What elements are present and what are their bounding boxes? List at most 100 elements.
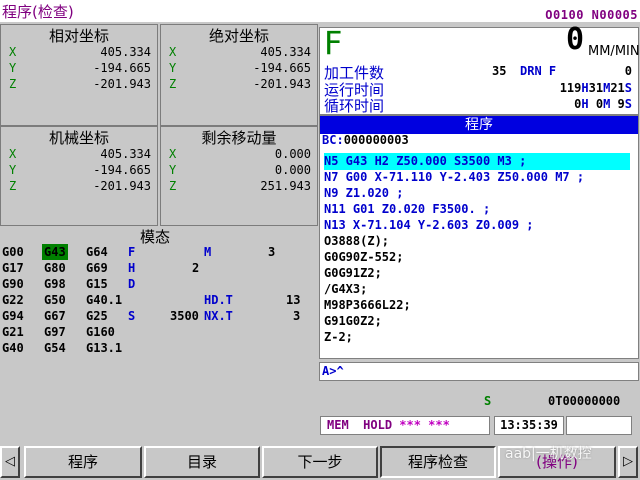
softkey-program[interactable]: 程序 xyxy=(24,446,142,478)
coord-row: X 0.000 xyxy=(169,147,313,163)
spindle-value: 0T00000000 xyxy=(548,394,621,408)
gcode-cell: G13.1 xyxy=(86,341,123,355)
block-counter: BC:000000003 xyxy=(322,133,409,147)
state-text: HOLD xyxy=(363,418,393,432)
gcode-cell: G97 xyxy=(44,325,66,339)
absolute-coords-title: 绝对坐标 xyxy=(208,27,269,45)
softkey-next-step[interactable]: 下一步 xyxy=(262,446,378,478)
h-code-label: H xyxy=(128,261,136,275)
gcode-cell: G50 xyxy=(44,293,66,307)
input-buffer[interactable]: A>^ xyxy=(319,362,639,381)
axis-value: -201.943 xyxy=(93,77,151,91)
program-line[interactable]: Z-2; xyxy=(324,329,353,346)
coord-row: X 405.334 xyxy=(9,147,153,163)
drn-f-value: 0 xyxy=(624,64,632,78)
relative-coords-panel: 相对坐标 X 405.334 Y -194.665 Z -201.943 xyxy=(0,24,158,126)
axis-value: -194.665 xyxy=(93,61,151,75)
axis-value: -201.943 xyxy=(93,179,151,193)
hd-t-label: HD.T xyxy=(204,293,233,307)
coord-row: X 405.334 xyxy=(9,45,153,61)
axis-value: -194.665 xyxy=(253,61,311,75)
gcode-cell: G160 xyxy=(86,325,115,339)
program-line[interactable]: O3888(Z); xyxy=(324,233,389,250)
run-time-value: 119H31M21S xyxy=(559,81,632,95)
gcode-cell: G17 xyxy=(2,261,24,275)
coord-row: Y 0.000 xyxy=(169,163,313,179)
program-line[interactable]: M98P3666L22; xyxy=(324,297,411,314)
program-line[interactable]: N9 Z1.020 ; xyxy=(324,185,403,202)
s-code-label: S xyxy=(128,309,136,323)
feed-unit: MM/MIN xyxy=(588,44,640,59)
softkey-right-arrow[interactable]: ▷ xyxy=(618,446,638,478)
hd-t-value: 13 xyxy=(286,293,301,307)
alarm-stars: *** *** xyxy=(399,418,450,432)
cycle-time-value: 0H 0M 9S xyxy=(574,97,632,111)
program-line[interactable]: /G4X3; xyxy=(324,281,367,298)
header-bar: 程序(检查) O0100 N00005 xyxy=(0,0,640,22)
input-prompt: A>^ xyxy=(322,364,344,378)
axis-value: 0.000 xyxy=(274,147,311,161)
drn-f-label: DRN F xyxy=(520,64,557,78)
axis-value: 405.334 xyxy=(100,45,151,59)
gcode-cell: G21 xyxy=(2,325,24,339)
axis-label: X xyxy=(169,45,177,59)
coord-row: Y -194.665 xyxy=(9,61,153,77)
watermark: aab|一机数控 xyxy=(505,446,592,462)
program-line[interactable]: N13 X-71.104 Y-2.603 Z0.009 ; xyxy=(324,217,534,234)
axis-label: X xyxy=(169,147,177,161)
program-line[interactable]: G91G0Z2; xyxy=(324,313,382,330)
coord-row: Z -201.943 xyxy=(9,179,153,195)
gcode-cell: G25 xyxy=(86,309,108,323)
softkey-directory[interactable]: 目录 xyxy=(144,446,260,478)
program-line[interactable]: N7 G00 X-71.110 Y-2.403 Z50.000 M7 ; xyxy=(324,169,584,186)
gcode-cell: G69 xyxy=(86,261,108,275)
axis-label: Z xyxy=(9,179,17,193)
program-line[interactable]: N11 G01 Z0.020 F3500. ; xyxy=(324,201,490,218)
axis-label: Y xyxy=(169,61,177,75)
s-code-value: 3500 xyxy=(170,309,199,323)
axis-value: -194.665 xyxy=(93,163,151,177)
axis-value: 405.334 xyxy=(100,147,151,161)
nx-t-label: NX.T xyxy=(204,309,233,323)
gcode-cell: G64 xyxy=(86,245,108,259)
softkey-program-check[interactable]: 程序检查 xyxy=(380,446,496,478)
gcode-cell: G22 xyxy=(2,293,24,307)
machine-coords-title: 机械坐标 xyxy=(48,129,109,147)
program-line[interactable]: G0G91Z2; xyxy=(324,265,382,282)
gcode-cell: G67 xyxy=(44,309,66,323)
status-mode: MEM HOLD *** *** xyxy=(320,416,490,435)
distance-to-go-panel: 剩余移动量 X 0.000 Y 0.000 Z 251.943 xyxy=(160,126,318,226)
cycle-time-label: 循环时间 xyxy=(324,97,385,115)
absolute-coords-panel: 绝对坐标 X 405.334 Y -194.665 Z -201.943 xyxy=(160,24,318,126)
coord-row: Z -201.943 xyxy=(9,77,153,93)
program-line-current[interactable]: N5 G43 H2 Z50.000 S3500 M3 ; xyxy=(324,153,630,170)
axis-label: Z xyxy=(9,77,17,91)
axis-label: X xyxy=(9,45,17,59)
gcode-cell: G54 xyxy=(44,341,66,355)
program-line[interactable]: G0G90Z-552; xyxy=(324,249,403,266)
gcode-cell-active: G43 xyxy=(42,244,68,260)
gcode-cell: G98 xyxy=(44,277,66,291)
gcode-cell: G94 xyxy=(2,309,24,323)
gcode-cell: G40.1 xyxy=(86,293,123,307)
machine-coords-panel: 机械坐标 X 405.334 Y -194.665 Z -201.943 xyxy=(0,126,158,226)
coord-row: Y -194.665 xyxy=(169,61,313,77)
axis-value: 405.334 xyxy=(260,45,311,59)
gcode-cell: G15 xyxy=(86,277,108,291)
gcode-cell: G80 xyxy=(44,261,66,275)
clock: 13:35:39 xyxy=(494,416,564,435)
m-code-value: 3 xyxy=(268,245,276,259)
axis-value: 0.000 xyxy=(274,163,311,177)
distance-to-go-title: 剩余移动量 xyxy=(201,129,277,147)
coord-row: Z -201.943 xyxy=(169,77,313,93)
axis-label: Z xyxy=(169,77,177,91)
program-panel: 程序 BC:000000003 N5 G43 H2 Z50.000 S3500 … xyxy=(319,115,639,359)
f-code-label: F xyxy=(128,245,136,259)
softkey-left-arrow[interactable]: ◁ xyxy=(0,446,20,478)
coord-row: Z 251.943 xyxy=(169,179,313,195)
coord-row: X 405.334 xyxy=(169,45,313,61)
feed-label: F xyxy=(324,24,343,62)
parts-count-value: 35 xyxy=(492,64,507,78)
mode-text: MEM xyxy=(327,418,349,432)
d-code-label: D xyxy=(128,277,136,291)
